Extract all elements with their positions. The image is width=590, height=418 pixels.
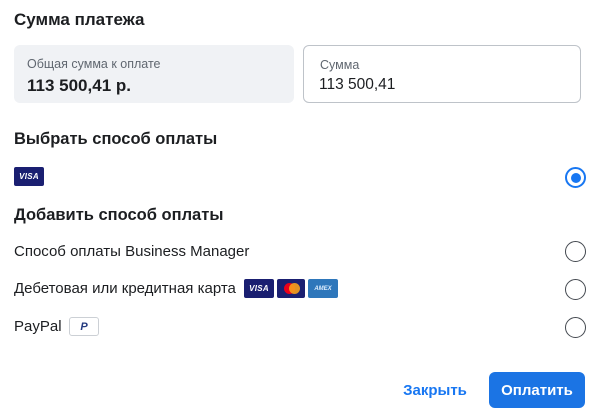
total-amount-box: Общая сумма к оплате 113 500,41 р. [14,45,294,103]
paypal-radio[interactable] [565,317,586,338]
mastercard-icon [277,279,305,298]
close-button[interactable]: Закрыть [394,372,476,408]
choose-method-title: Выбрать способ оплаты [14,130,218,148]
paypal-label: PayPal [14,318,62,335]
card-option[interactable]: Дебетовая или кредитная карта VISA AMEX [0,274,590,304]
amount-input[interactable] [319,74,559,96]
add-method-title: Добавить способ оплаты [14,206,224,224]
card-option-radio[interactable] [565,279,586,300]
total-amount-value: 113 500,41 р. [27,76,131,95]
amex-icon: AMEX [308,279,338,298]
amount-field[interactable]: Сумма [303,45,581,103]
total-amount-label: Общая сумма к оплате [27,57,161,71]
pay-button[interactable]: Оплатить [489,372,585,408]
visa-card-icon: VISA [14,167,44,186]
paypal-option[interactable]: PayPal P [0,312,590,342]
business-manager-radio[interactable] [565,241,586,262]
business-manager-option[interactable]: Способ оплаты Business Manager [0,237,590,267]
card-option-label: Дебетовая или кредитная карта [14,280,236,297]
business-manager-label: Способ оплаты Business Manager [14,243,250,260]
amount-field-label: Сумма [320,58,360,72]
paypal-icon: P [69,317,99,336]
visa-icon: VISA [244,279,274,298]
saved-card-radio[interactable] [565,167,586,188]
saved-card-row[interactable]: VISA [0,162,590,192]
payment-amount-title: Сумма платежа [14,10,145,29]
